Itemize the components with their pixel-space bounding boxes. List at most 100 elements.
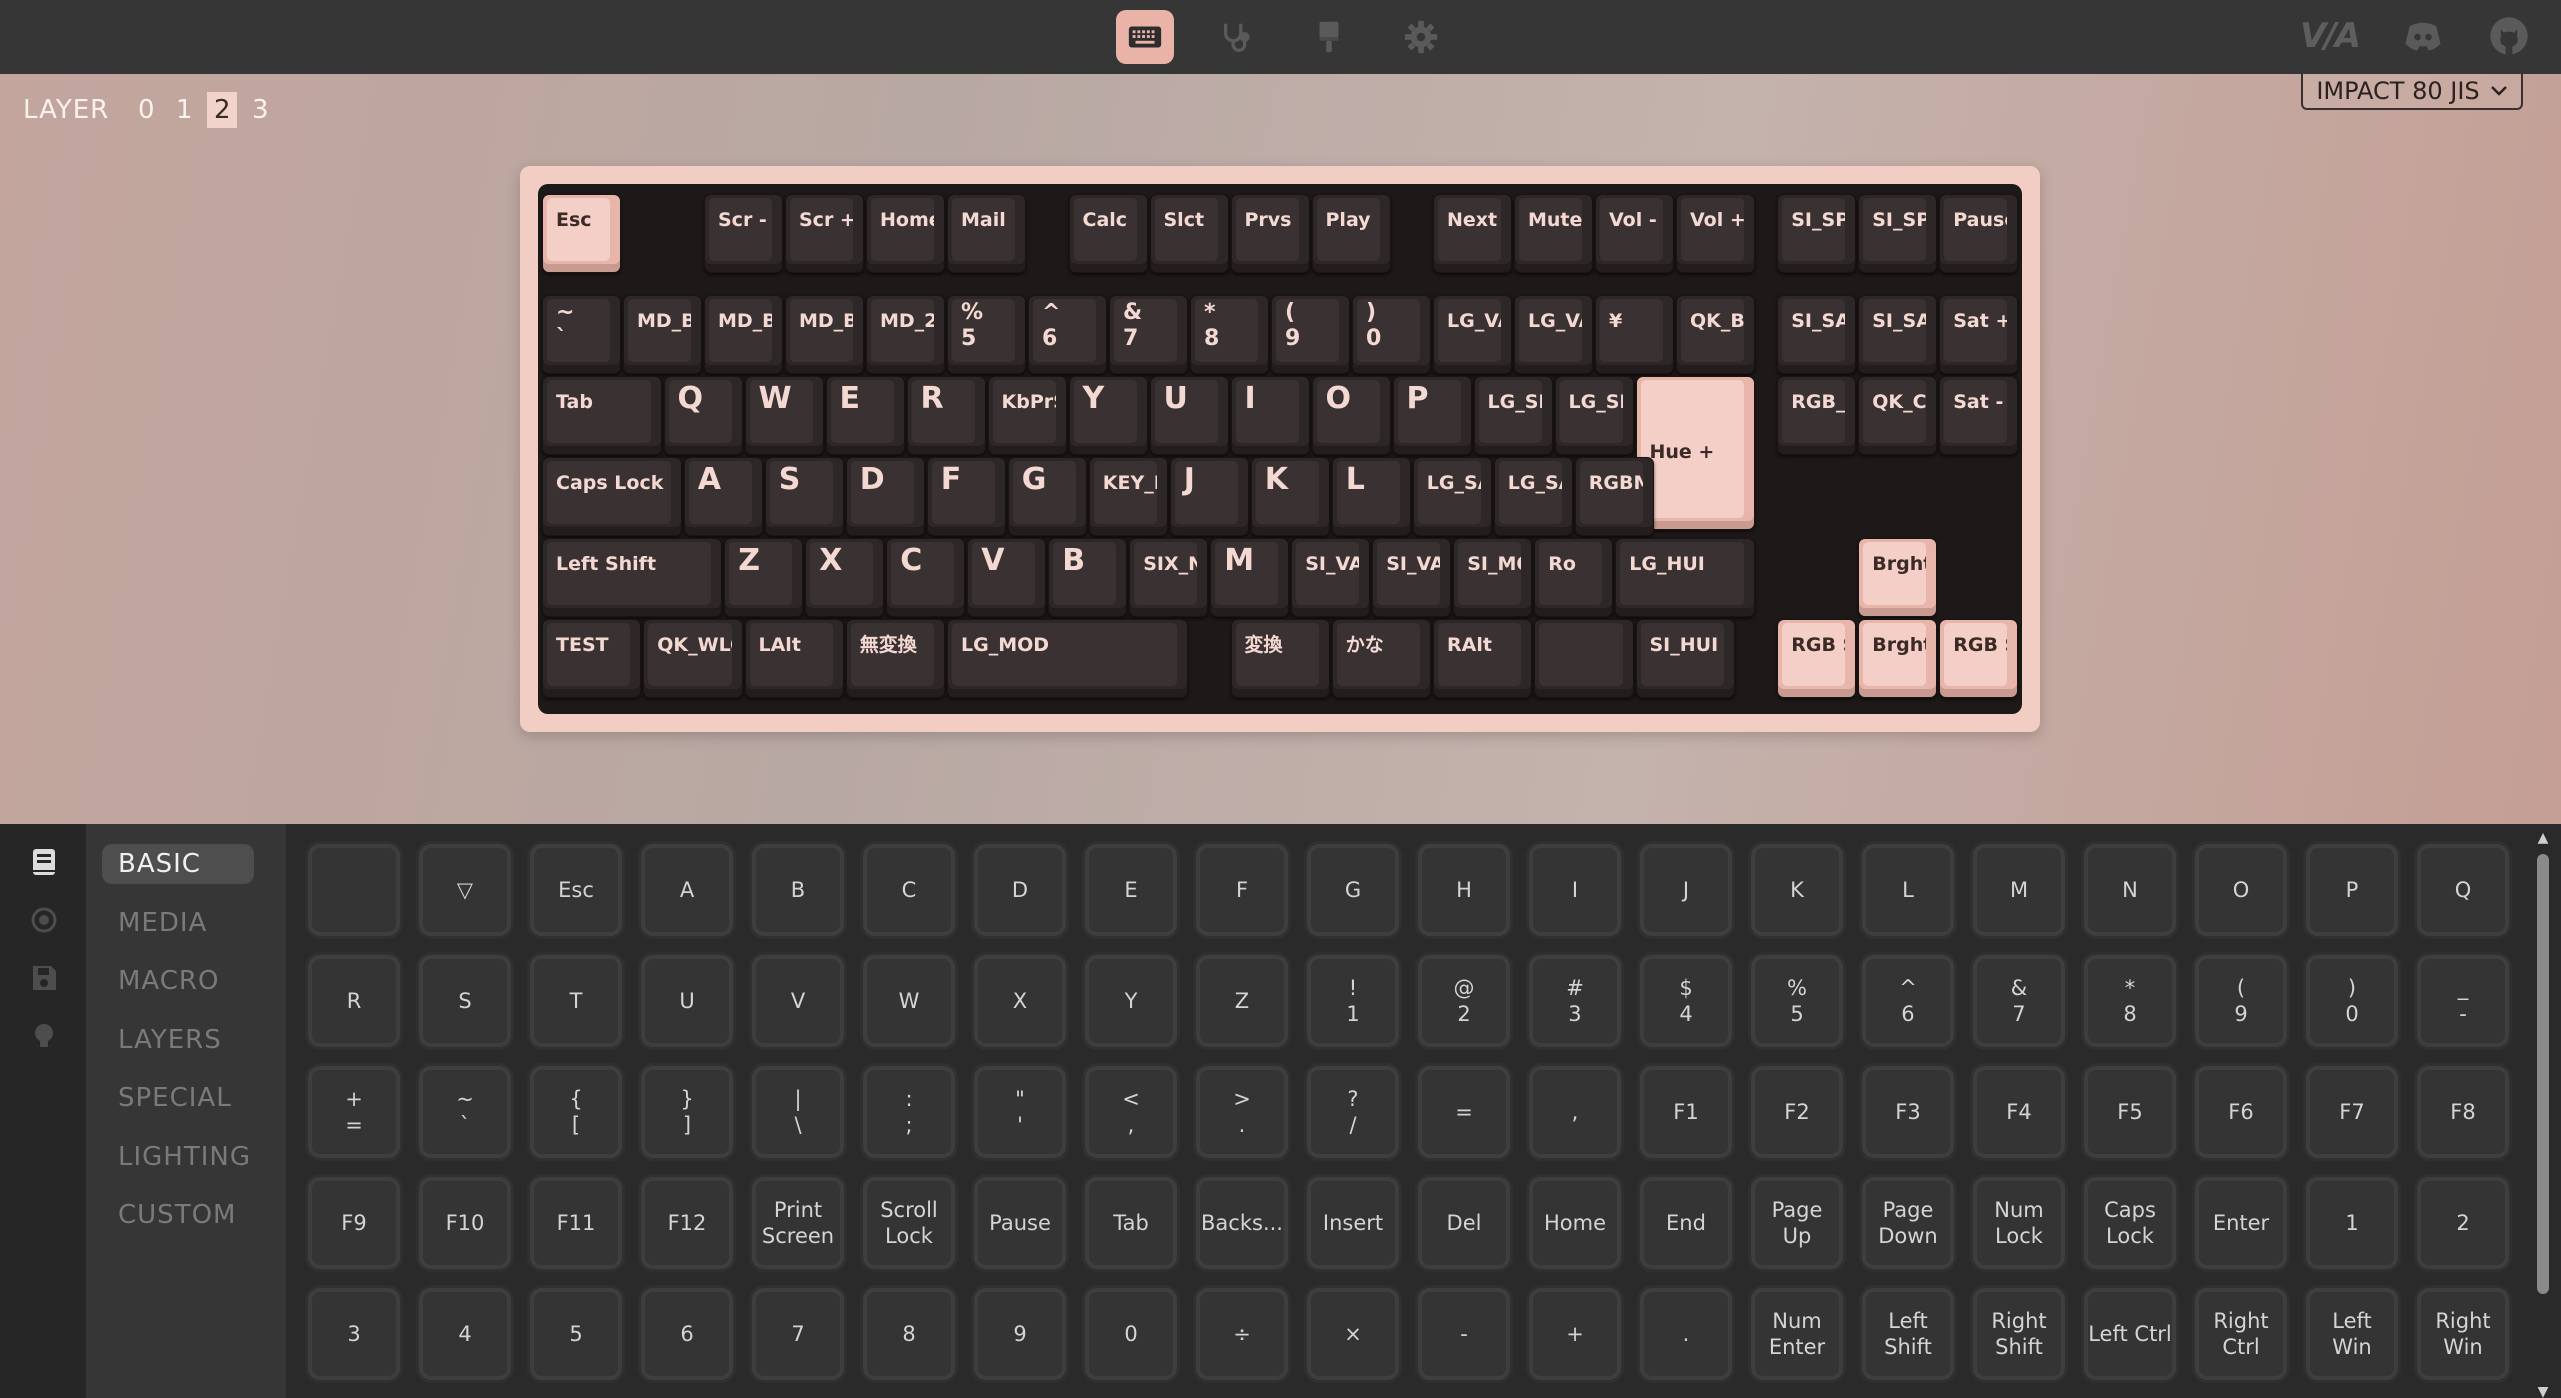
board-key[interactable]: Next bbox=[1433, 194, 1512, 273]
via-logo[interactable]: V/A bbox=[2300, 16, 2361, 56]
board-key[interactable]: ) 0 bbox=[1352, 295, 1431, 375]
board-key[interactable]: SI_VAD bbox=[1291, 538, 1371, 618]
board-key[interactable]: SI_SPD bbox=[1777, 194, 1857, 273]
keycode-button[interactable]: F2 bbox=[1751, 1066, 1843, 1158]
keycode-button[interactable]: 8 bbox=[863, 1288, 955, 1380]
keycode-button[interactable]: - bbox=[1418, 1288, 1510, 1380]
keyboard-select[interactable]: IMPACT 80 JIS bbox=[2301, 74, 2523, 110]
keycode-button[interactable]: * 8 bbox=[2084, 955, 2176, 1047]
keycode-button[interactable]: M bbox=[1973, 844, 2065, 936]
keycode-button[interactable]: 3 bbox=[308, 1288, 400, 1380]
board-key[interactable]: Left Shift bbox=[542, 538, 723, 618]
keycode-button[interactable]: R bbox=[308, 955, 400, 1047]
board-key[interactable]: J bbox=[1169, 457, 1249, 537]
scrollbar-thumb[interactable] bbox=[2537, 854, 2549, 1294]
keycode-button[interactable]: F7 bbox=[2306, 1066, 2398, 1158]
keycode-button[interactable]: U bbox=[641, 955, 733, 1047]
keycode-button[interactable]: ? / bbox=[1307, 1066, 1399, 1158]
keycode-button[interactable]: Insert bbox=[1307, 1177, 1399, 1269]
keycode-button[interactable]: Home bbox=[1529, 1177, 1621, 1269]
keycode-button[interactable]: ÷ bbox=[1196, 1288, 1288, 1380]
keycode-button[interactable]: + = bbox=[308, 1066, 400, 1158]
keycode-button[interactable]: F4 bbox=[1973, 1066, 2065, 1158]
board-key[interactable]: V bbox=[967, 538, 1047, 618]
keycode-button[interactable]: E bbox=[1085, 844, 1177, 936]
discord-icon[interactable] bbox=[2401, 14, 2445, 58]
board-key[interactable]: ^ 6 bbox=[1028, 295, 1107, 375]
record-icon[interactable] bbox=[28, 904, 60, 936]
board-key[interactable]: C bbox=[886, 538, 966, 618]
board-key[interactable]: LG_VAI bbox=[1514, 295, 1593, 375]
keycode-button[interactable]: Num Enter bbox=[1751, 1288, 1843, 1380]
keycode-button[interactable]: # 3 bbox=[1529, 955, 1621, 1047]
keycode-button[interactable]: 4 bbox=[419, 1288, 511, 1380]
board-key[interactable]: D bbox=[845, 457, 925, 537]
keycode-button[interactable]: Right Win bbox=[2417, 1288, 2509, 1380]
board-key[interactable]: LG_MOD bbox=[947, 619, 1188, 699]
keycode-button[interactable]: F9 bbox=[308, 1177, 400, 1269]
keycode-button[interactable]: ^ 6 bbox=[1862, 955, 1954, 1047]
board-key[interactable]: Scr - bbox=[704, 194, 783, 273]
board-key[interactable]: QK_WLO bbox=[643, 619, 743, 699]
keycode-button[interactable]: G bbox=[1307, 844, 1399, 936]
keycode-button[interactable]: ( 9 bbox=[2195, 955, 2287, 1047]
keycode-button[interactable]: 2 bbox=[2417, 1177, 2509, 1269]
board-key[interactable]: F bbox=[926, 457, 1006, 537]
board-key[interactable]: Prvs bbox=[1230, 194, 1310, 273]
keycode-button[interactable]: Scroll Lock bbox=[863, 1177, 955, 1269]
layer-button-1[interactable]: 1 bbox=[169, 92, 199, 128]
keycode-button[interactable]: F8 bbox=[2417, 1066, 2509, 1158]
keycode-button[interactable]: F12 bbox=[641, 1177, 733, 1269]
keycode-button[interactable]: L bbox=[1862, 844, 1954, 936]
keycode-button[interactable]: X bbox=[974, 955, 1066, 1047]
board-key[interactable]: Brght+ bbox=[1858, 538, 1938, 618]
keycode-button[interactable]: , bbox=[1529, 1066, 1621, 1158]
board-key[interactable]: RGB_R bbox=[1777, 376, 1857, 456]
category-basic[interactable]: BASIC bbox=[102, 844, 254, 884]
board-key[interactable]: B bbox=[1048, 538, 1128, 618]
keycode-button[interactable]: C bbox=[863, 844, 955, 936]
board-key[interactable]: L bbox=[1331, 457, 1411, 537]
board-key[interactable]: P bbox=[1392, 376, 1472, 456]
keycode-button[interactable]: $ 4 bbox=[1640, 955, 1732, 1047]
board-key[interactable]: LG_SPI bbox=[1554, 376, 1634, 456]
board-key[interactable]: S bbox=[764, 457, 844, 537]
keycode-button[interactable]: F6 bbox=[2195, 1066, 2287, 1158]
keycode-button[interactable]: Left Ctrl bbox=[2084, 1288, 2176, 1380]
category-special[interactable]: SPECIAL bbox=[102, 1078, 254, 1118]
keycode-button[interactable]: V bbox=[752, 955, 844, 1047]
keycode-button[interactable]: Q bbox=[2417, 844, 2509, 936]
keycode-button[interactable]: F11 bbox=[530, 1177, 622, 1269]
keycode-button[interactable]: ▽ bbox=[419, 844, 511, 936]
keyboard-icon[interactable] bbox=[1116, 10, 1174, 64]
board-key[interactable]: Sat - bbox=[1939, 376, 2019, 456]
board-key[interactable]: I bbox=[1230, 376, 1310, 456]
layer-button-0[interactable]: 0 bbox=[131, 92, 161, 128]
board-key[interactable]: Mute bbox=[1514, 194, 1593, 273]
keycode-button[interactable]: Left Shift bbox=[1862, 1288, 1954, 1380]
layer-button-3[interactable]: 3 bbox=[245, 92, 275, 128]
board-key[interactable]: ¥ bbox=[1595, 295, 1674, 375]
keycode-button[interactable]: Right Ctrl bbox=[2195, 1288, 2287, 1380]
keycode-button[interactable]: Right Shift bbox=[1973, 1288, 2065, 1380]
board-key[interactable]: Y bbox=[1068, 376, 1148, 456]
board-key[interactable]: Vol - bbox=[1595, 194, 1674, 273]
board-key[interactable]: A bbox=[683, 457, 763, 537]
board-key[interactable]: Home bbox=[866, 194, 945, 273]
board-key[interactable]: Ro bbox=[1534, 538, 1614, 618]
board-key[interactable]: RGB SI bbox=[1939, 619, 2019, 699]
keycode-button[interactable]: 1 bbox=[2306, 1177, 2398, 1269]
board-key[interactable]: O bbox=[1311, 376, 1391, 456]
board-key[interactable]: & 7 bbox=[1109, 295, 1188, 375]
scroll-up-icon[interactable]: ▲ bbox=[2535, 830, 2551, 846]
board-key[interactable]: LG_VAI bbox=[1433, 295, 1512, 375]
keycode-button[interactable]: End bbox=[1640, 1177, 1732, 1269]
board-key[interactable]: Pause bbox=[1939, 194, 2019, 273]
keycode-button[interactable]: . bbox=[1640, 1288, 1732, 1380]
board-key[interactable]: LG_SAI bbox=[1412, 457, 1492, 537]
keycode-button[interactable]: T bbox=[530, 955, 622, 1047]
keycode-button[interactable]: Z bbox=[1196, 955, 1288, 1047]
board-key[interactable]: E bbox=[825, 376, 905, 456]
board-key[interactable]: Slct bbox=[1149, 194, 1229, 273]
board-key[interactable] bbox=[1534, 619, 1634, 699]
